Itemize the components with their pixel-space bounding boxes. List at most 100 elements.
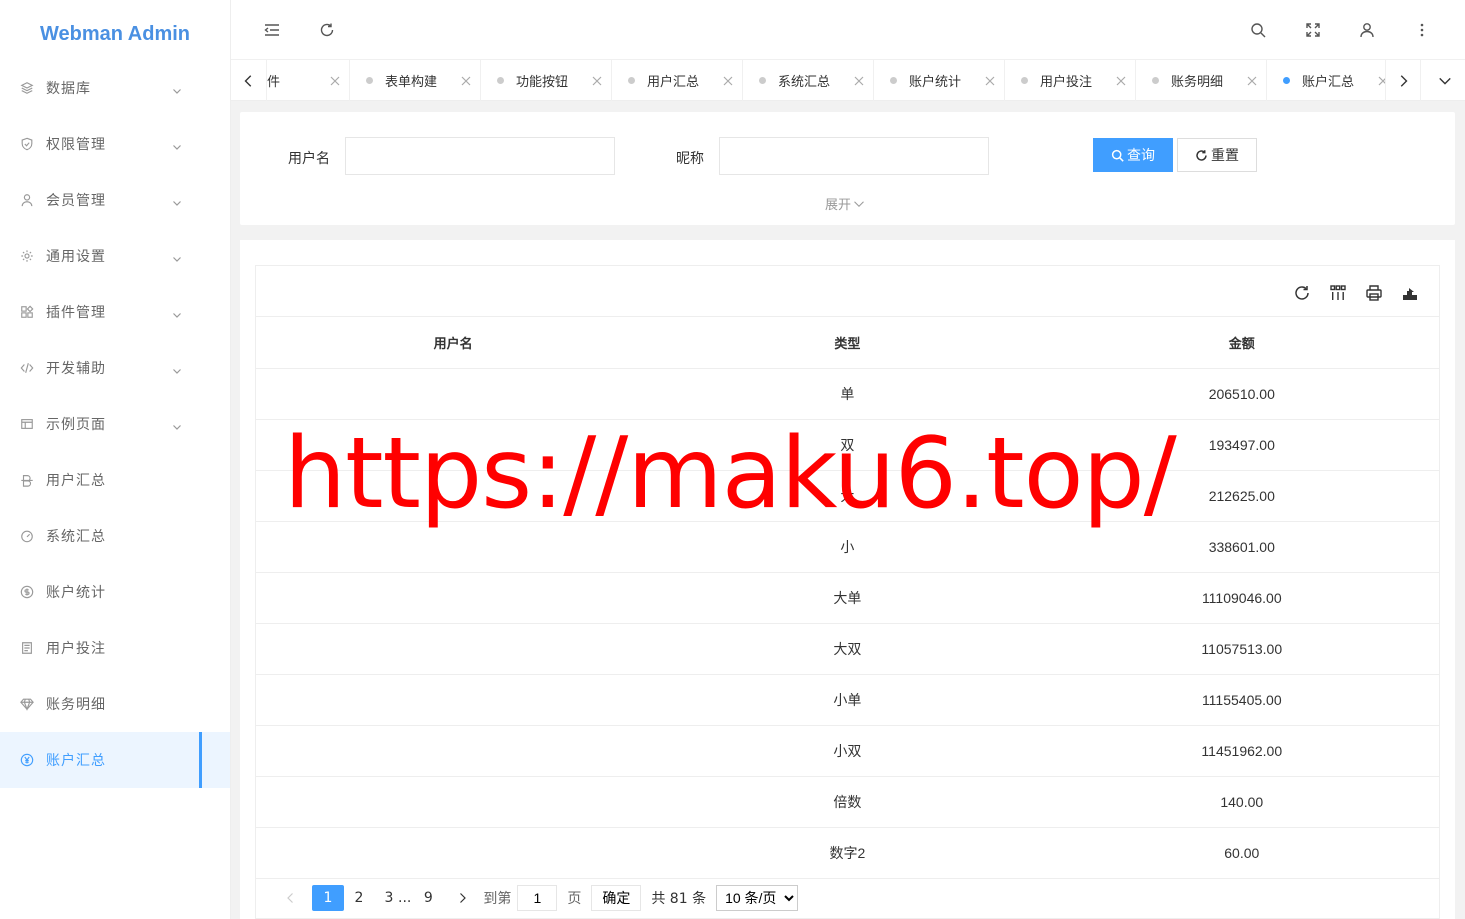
nickname-label: 昵称 xyxy=(676,151,704,167)
column-header[interactable]: 金额 xyxy=(1044,317,1439,369)
sidebar-item[interactable]: 权限管理 xyxy=(0,116,230,172)
next-page-icon[interactable] xyxy=(447,885,477,911)
table-cell: 双 xyxy=(650,419,1045,471)
column-header[interactable]: 用户名 xyxy=(256,317,651,369)
table-row[interactable]: 双 193497.00 xyxy=(256,419,1439,471)
username-label: 用户名 xyxy=(288,151,330,167)
table-row[interactable]: 数字2 60.00 xyxy=(256,827,1439,879)
tab-label: 用户投注 xyxy=(1040,75,1093,90)
page-9-button[interactable]: 9 xyxy=(413,885,443,911)
sidebar-item[interactable]: 账务明细 xyxy=(0,676,230,732)
table-row[interactable]: 小单 11155405.00 xyxy=(256,674,1439,726)
close-icon[interactable] xyxy=(721,74,735,88)
tabs-scroll-left-icon[interactable] xyxy=(231,60,267,101)
chevron-down-icon xyxy=(854,200,864,207)
sidebar-item[interactable]: 用户投注 xyxy=(0,620,230,676)
page-1-button[interactable]: 1 xyxy=(312,885,344,911)
menu-fold-icon[interactable] xyxy=(262,20,282,40)
tab-label: 表单构建 xyxy=(385,75,438,90)
pagination: 1 2 3 ... 9 到第 页 确定 共 81 条 10 条/页 xyxy=(276,883,799,913)
table-cell xyxy=(256,470,651,522)
print-icon[interactable] xyxy=(1364,283,1384,303)
expand-label: 展开 xyxy=(825,198,852,213)
close-icon[interactable] xyxy=(983,74,997,88)
tab-status-dot xyxy=(759,77,766,84)
tab[interactable]: 账务明细 xyxy=(1136,60,1267,101)
tab-status-dot xyxy=(497,77,504,84)
column-header[interactable]: 类型 xyxy=(650,317,1045,369)
sidebar-item[interactable]: 账户汇总 xyxy=(0,732,230,788)
page-size-select[interactable]: 10 条/页 xyxy=(716,885,799,911)
sidebar-item[interactable]: 用户汇总 xyxy=(0,452,230,508)
sidebar-item[interactable]: 数据库 xyxy=(0,60,230,116)
table-row[interactable]: 单 206510.00 xyxy=(256,368,1439,420)
export-icon[interactable] xyxy=(1400,283,1420,303)
tab[interactable]: 表单构建 xyxy=(350,60,481,101)
sidebar-item[interactable]: 会员管理 xyxy=(0,172,230,228)
close-icon[interactable] xyxy=(590,74,604,88)
sidebar-item[interactable]: 账户统计 xyxy=(0,564,230,620)
table-row[interactable]: 小双 11451962.00 xyxy=(256,725,1439,777)
sidebar-item[interactable]: 通用设置 xyxy=(0,228,230,284)
nickname-input[interactable] xyxy=(719,137,989,175)
close-icon[interactable] xyxy=(459,74,473,88)
table-row[interactable]: 大双 11057513.00 xyxy=(256,623,1439,675)
username-input[interactable] xyxy=(345,137,615,175)
tab[interactable]: 功能按钮 xyxy=(481,60,612,101)
sidebar-item-label: 开发辅助 xyxy=(46,361,106,377)
close-icon[interactable] xyxy=(1376,74,1385,88)
goto-confirm-button[interactable]: 确定 xyxy=(591,885,642,911)
goto-label: 到第 xyxy=(483,891,512,907)
dollar-circle-icon xyxy=(19,584,35,600)
tabs-scroll-right-icon[interactable] xyxy=(1385,60,1421,101)
tab[interactable]: 账户汇总 xyxy=(1267,60,1385,101)
page-2-button[interactable]: 2 xyxy=(344,885,374,911)
tab[interactable]: 用户投注 xyxy=(1005,60,1136,101)
tab[interactable]: 插件 xyxy=(267,60,350,101)
fullscreen-icon[interactable] xyxy=(1303,20,1323,40)
tab-label: 系统汇总 xyxy=(778,75,831,90)
sidebar-item[interactable]: 开发辅助 xyxy=(0,340,230,396)
search-icon[interactable] xyxy=(1248,20,1268,40)
prev-page-icon[interactable] xyxy=(276,885,306,911)
table-cell: 大 xyxy=(650,470,1045,522)
close-icon[interactable] xyxy=(1245,74,1259,88)
close-icon[interactable] xyxy=(1114,74,1128,88)
table-cell xyxy=(256,572,651,624)
sidebar-item[interactable]: 系统汇总 xyxy=(0,508,230,564)
expand-toggle[interactable]: 展开 xyxy=(825,194,865,213)
chevron-down-icon xyxy=(172,252,182,262)
tab-status-dot xyxy=(366,77,373,84)
goto-page-input[interactable] xyxy=(517,885,558,911)
code-icon xyxy=(19,360,35,376)
sidebar-item-label: 插件管理 xyxy=(46,305,106,321)
more-vertical-icon[interactable] xyxy=(1412,20,1432,40)
chevron-down-icon xyxy=(172,308,182,318)
tabs-scroll-area: 插件 表单构建 功能按钮 用户汇总 系统汇总 账户统计 用户投注 账务明细 账户汇总 xyxy=(267,60,1385,101)
close-icon[interactable] xyxy=(852,74,866,88)
columns-icon[interactable] xyxy=(1328,283,1348,303)
shield-check-icon xyxy=(19,136,35,152)
app-logo[interactable]: Webman Admin xyxy=(0,0,230,60)
tab[interactable]: 系统汇总 xyxy=(743,60,874,101)
sidebar-item[interactable]: 插件管理 xyxy=(0,284,230,340)
user-icon[interactable] xyxy=(1357,20,1377,40)
refresh-icon[interactable] xyxy=(1292,283,1312,303)
close-icon[interactable] xyxy=(328,74,342,88)
tab[interactable]: 用户汇总 xyxy=(612,60,743,101)
sidebar-item[interactable]: 示例页面 xyxy=(0,396,230,452)
query-button[interactable]: 查询 xyxy=(1093,138,1173,172)
sidebar-item-label: 示例页面 xyxy=(46,417,106,433)
receipt-icon xyxy=(19,640,35,656)
table-row[interactable]: 大 212625.00 xyxy=(256,470,1439,522)
layers-icon xyxy=(19,80,35,96)
table-row[interactable]: 小 338601.00 xyxy=(256,521,1439,573)
tabs-dropdown-icon[interactable] xyxy=(1427,60,1463,101)
tab[interactable]: 账户统计 xyxy=(874,60,1005,101)
table-row[interactable]: 倍数 140.00 xyxy=(256,776,1439,828)
reset-button[interactable]: 重置 xyxy=(1177,138,1257,172)
tab-label: 插件 xyxy=(267,75,281,90)
table-row[interactable]: 大单 11109046.00 xyxy=(256,572,1439,624)
table-cell: 60.00 xyxy=(1044,827,1439,879)
refresh-icon[interactable] xyxy=(317,20,337,40)
